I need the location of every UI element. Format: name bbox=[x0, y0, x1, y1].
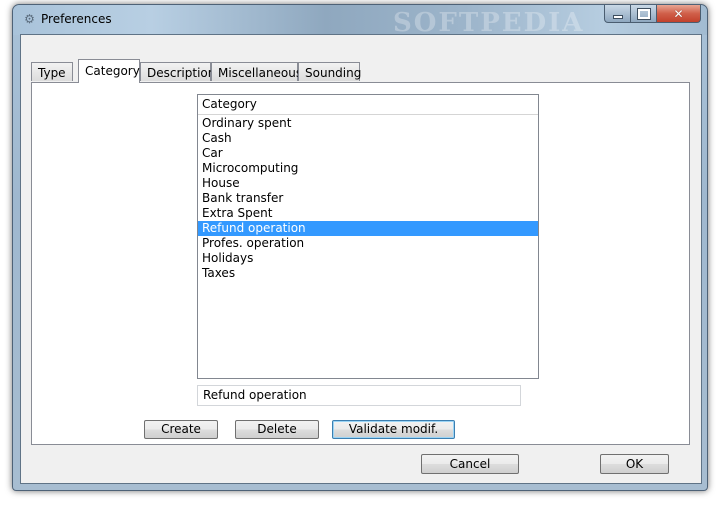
tab-miscellaneous[interactable]: Miscellaneous bbox=[211, 62, 302, 81]
maximize-button[interactable] bbox=[631, 5, 657, 23]
caption-buttons: ✕ bbox=[604, 5, 701, 25]
list-item[interactable]: Car bbox=[198, 146, 538, 161]
list-item[interactable]: Extra Spent bbox=[198, 206, 538, 221]
close-icon: ✕ bbox=[673, 6, 684, 21]
validate-modif-button[interactable]: Validate modif. bbox=[332, 420, 455, 439]
list-item[interactable]: Bank transfer bbox=[198, 191, 538, 206]
maximize-icon bbox=[636, 7, 651, 20]
app-icon: ⚙ bbox=[24, 12, 35, 26]
category-tab-panel: Category Ordinary spent Cash Car Microcompu… bbox=[31, 82, 690, 445]
minimize-icon bbox=[612, 14, 623, 19]
list-item[interactable]: Taxes bbox=[198, 266, 538, 281]
category-column-header[interactable]: Category bbox=[198, 95, 538, 115]
tab-sounding[interactable]: Sounding bbox=[298, 62, 361, 81]
category-list[interactable]: Category Ordinary spent Cash Car Microcompu… bbox=[197, 94, 539, 379]
list-item[interactable]: Holidays bbox=[198, 251, 538, 266]
tab-category[interactable]: Category bbox=[78, 59, 140, 83]
create-button[interactable]: Create bbox=[144, 420, 218, 439]
category-name-input[interactable]: Refund operation bbox=[197, 385, 521, 406]
minimize-button[interactable] bbox=[604, 5, 631, 23]
list-item[interactable]: Microcomputing bbox=[198, 161, 538, 176]
cancel-button[interactable]: Cancel bbox=[421, 454, 519, 474]
ok-button[interactable]: OK bbox=[600, 454, 669, 474]
window-title: Preferences bbox=[41, 12, 112, 26]
delete-button[interactable]: Delete bbox=[235, 420, 319, 439]
close-button[interactable]: ✕ bbox=[657, 5, 701, 23]
tab-description[interactable]: Description bbox=[140, 62, 215, 81]
list-item[interactable]: Cash bbox=[198, 131, 538, 146]
dialog-client-area: Type Category Description Miscellaneous … bbox=[20, 34, 702, 484]
category-list-rows: Ordinary spent Cash Car Microcomputing House… bbox=[198, 115, 538, 281]
tab-type[interactable]: Type bbox=[31, 62, 73, 81]
list-item[interactable]: Ordinary spent bbox=[198, 116, 538, 131]
title-bar[interactable]: ⚙ Preferences SOFTPEDIA ✕ bbox=[13, 5, 707, 38]
list-item[interactable]: Profes. operation bbox=[198, 236, 538, 251]
list-item[interactable]: House bbox=[198, 176, 538, 191]
list-item[interactable]: Refund operation bbox=[198, 221, 538, 236]
preferences-window: ⚙ Preferences SOFTPEDIA ✕ Type Category … bbox=[12, 4, 708, 491]
